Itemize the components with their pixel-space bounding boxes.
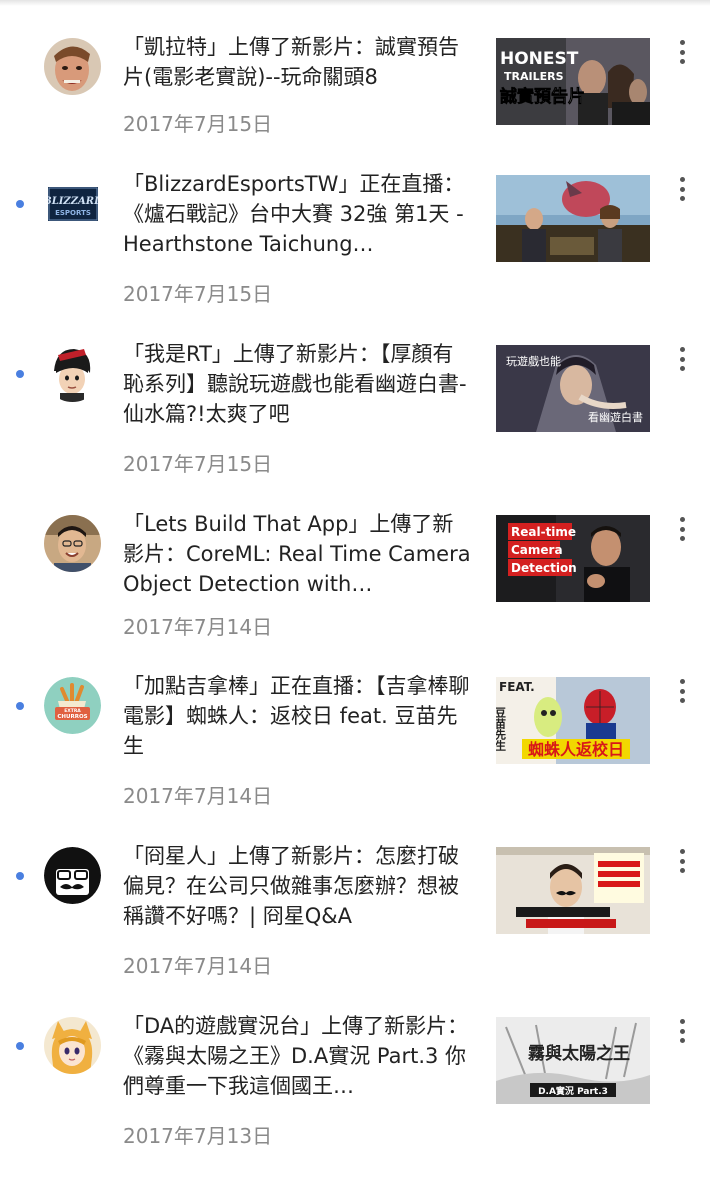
video-thumbnail[interactable]: Real-time Camera Detection xyxy=(496,515,650,602)
blizzard-esports-logo-icon: BLIZZARD ESPORTS xyxy=(48,187,98,221)
channel-avatar[interactable]: EXTRA CHURROS xyxy=(44,677,101,734)
thumbnail-text: Real-time xyxy=(511,525,576,539)
top-shadow xyxy=(0,0,710,6)
feed-item[interactable]: 「Lets Build That App」上傳了新影片：CoreML: Real… xyxy=(0,512,710,685)
video-thumbnail[interactable]: HONEST TRAILERS 誠實預告片 xyxy=(496,38,650,125)
video-date: 2017年7月13日 xyxy=(123,1124,273,1148)
thumbnail-text: 蜘蛛人返校日 xyxy=(528,740,624,759)
thumbnail-text: FEAT. xyxy=(499,680,535,694)
anime-avatar-icon xyxy=(44,1017,101,1074)
more-options-icon[interactable] xyxy=(670,515,694,543)
thumbnail-text: 霧與太陽之王 xyxy=(528,1043,630,1064)
unread-dot xyxy=(16,370,24,378)
video-thumbnail[interactable]: FEAT. 豆苗先生 蜘蛛人返校日 xyxy=(496,677,650,764)
feed-item[interactable]: EXTRA CHURROS 「加點吉拿棒」正在直播：【吉拿棒聊電影】蜘蛛人：返校… xyxy=(0,674,710,847)
video-date: 2017年7月14日 xyxy=(123,954,273,978)
thumbnail-text: 玩遊戲也能 xyxy=(506,354,561,368)
video-title[interactable]: 「Lets Build That App」上傳了新影片：CoreML: Real… xyxy=(123,509,473,599)
more-options-icon[interactable] xyxy=(670,175,694,203)
unread-dot xyxy=(16,200,24,208)
video-title[interactable]: 「凱拉特」上傳了新影片：誠實預告片(電影老實說)--玩命關頭8 xyxy=(123,32,473,92)
feed-item[interactable]: 「冏星人」上傳了新影片：怎麼打破偏見？在公司只做雜事怎麼辦？想被稱讚不好嗎？| … xyxy=(0,844,710,1017)
person-avatar-icon xyxy=(44,515,101,572)
mustache-avatar-icon xyxy=(44,847,101,904)
video-date: 2017年7月15日 xyxy=(123,112,273,136)
feed-item[interactable]: BLIZZARD ESPORTS 「BlizzardEsportsTW」正在直播… xyxy=(0,172,710,345)
video-date: 2017年7月14日 xyxy=(123,615,273,639)
video-thumbnail[interactable] xyxy=(496,175,650,262)
video-thumbnail[interactable]: 霧與太陽之王 D.A實況 Part.3 xyxy=(496,1017,650,1104)
channel-avatar[interactable] xyxy=(44,38,101,95)
more-options-icon[interactable] xyxy=(670,1017,694,1045)
extra-churros-logo-icon: EXTRA CHURROS xyxy=(44,677,101,734)
avatar-text: CHURROS xyxy=(57,714,87,720)
channel-avatar[interactable] xyxy=(44,515,101,572)
video-date: 2017年7月15日 xyxy=(123,282,273,306)
channel-avatar[interactable]: BLIZZARD ESPORTS xyxy=(48,187,98,221)
video-title[interactable]: 「DA的遊戲實況台」上傳了新影片：《霧與太陽之王》D.A實況 Part.3 你們… xyxy=(123,1011,473,1101)
channel-avatar[interactable] xyxy=(44,1017,101,1074)
video-title[interactable]: 「BlizzardEsportsTW」正在直播：《爐石戰記》台中大賽 32強 第… xyxy=(123,169,473,259)
video-thumbnail[interactable]: 玩遊戲也能 看幽遊白書 xyxy=(496,345,650,432)
more-options-icon[interactable] xyxy=(670,38,694,66)
thumbnail-text: Camera xyxy=(511,543,563,557)
person-avatar-icon xyxy=(44,38,101,95)
video-thumbnail[interactable] xyxy=(496,847,650,934)
unread-dot xyxy=(16,1042,24,1050)
thumbnail-text: TRAILERS xyxy=(504,70,564,83)
thumbnail-text: 看幽遊白書 xyxy=(588,410,643,424)
avatar-text: BLIZZARD xyxy=(48,196,98,207)
thumbnail-text: Detection xyxy=(511,561,577,575)
channel-avatar[interactable] xyxy=(44,847,101,904)
unread-dot xyxy=(16,702,24,710)
channel-avatar[interactable] xyxy=(44,345,101,402)
thumbnail-text: 豆苗先生 xyxy=(496,707,507,752)
video-title[interactable]: 「加點吉拿棒」正在直播：【吉拿棒聊電影】蜘蛛人：返校日 feat. 豆苗先生 xyxy=(123,671,473,761)
more-options-icon[interactable] xyxy=(670,345,694,373)
video-date: 2017年7月14日 xyxy=(123,784,273,808)
video-title[interactable]: 「我是RT」上傳了新影片：【厚顏有恥系列】聽說玩遊戲也能看幽遊白書-仙水篇?!太… xyxy=(123,339,473,429)
more-options-icon[interactable] xyxy=(670,847,694,875)
unread-dot xyxy=(16,872,24,880)
video-title[interactable]: 「冏星人」上傳了新影片：怎麼打破偏見？在公司只做雜事怎麼辦？想被稱讚不好嗎？| … xyxy=(123,841,473,931)
feed-item[interactable]: 「我是RT」上傳了新影片：【厚顏有恥系列】聽說玩遊戲也能看幽遊白書-仙水篇?!太… xyxy=(0,342,710,515)
more-options-icon[interactable] xyxy=(670,677,694,705)
video-date: 2017年7月15日 xyxy=(123,452,273,476)
thumbnail-text: 誠實預告片 xyxy=(500,86,585,107)
avatar-text: ESPORTS xyxy=(55,209,91,217)
thumbnail-text: D.A實況 Part.3 xyxy=(538,1085,608,1097)
cartoon-avatar-icon xyxy=(44,345,101,402)
thumbnail-text: HONEST xyxy=(500,49,579,69)
feed-item[interactable]: 「DA的遊戲實況台」上傳了新影片：《霧與太陽之王》D.A實況 Part.3 你們… xyxy=(0,1014,710,1187)
